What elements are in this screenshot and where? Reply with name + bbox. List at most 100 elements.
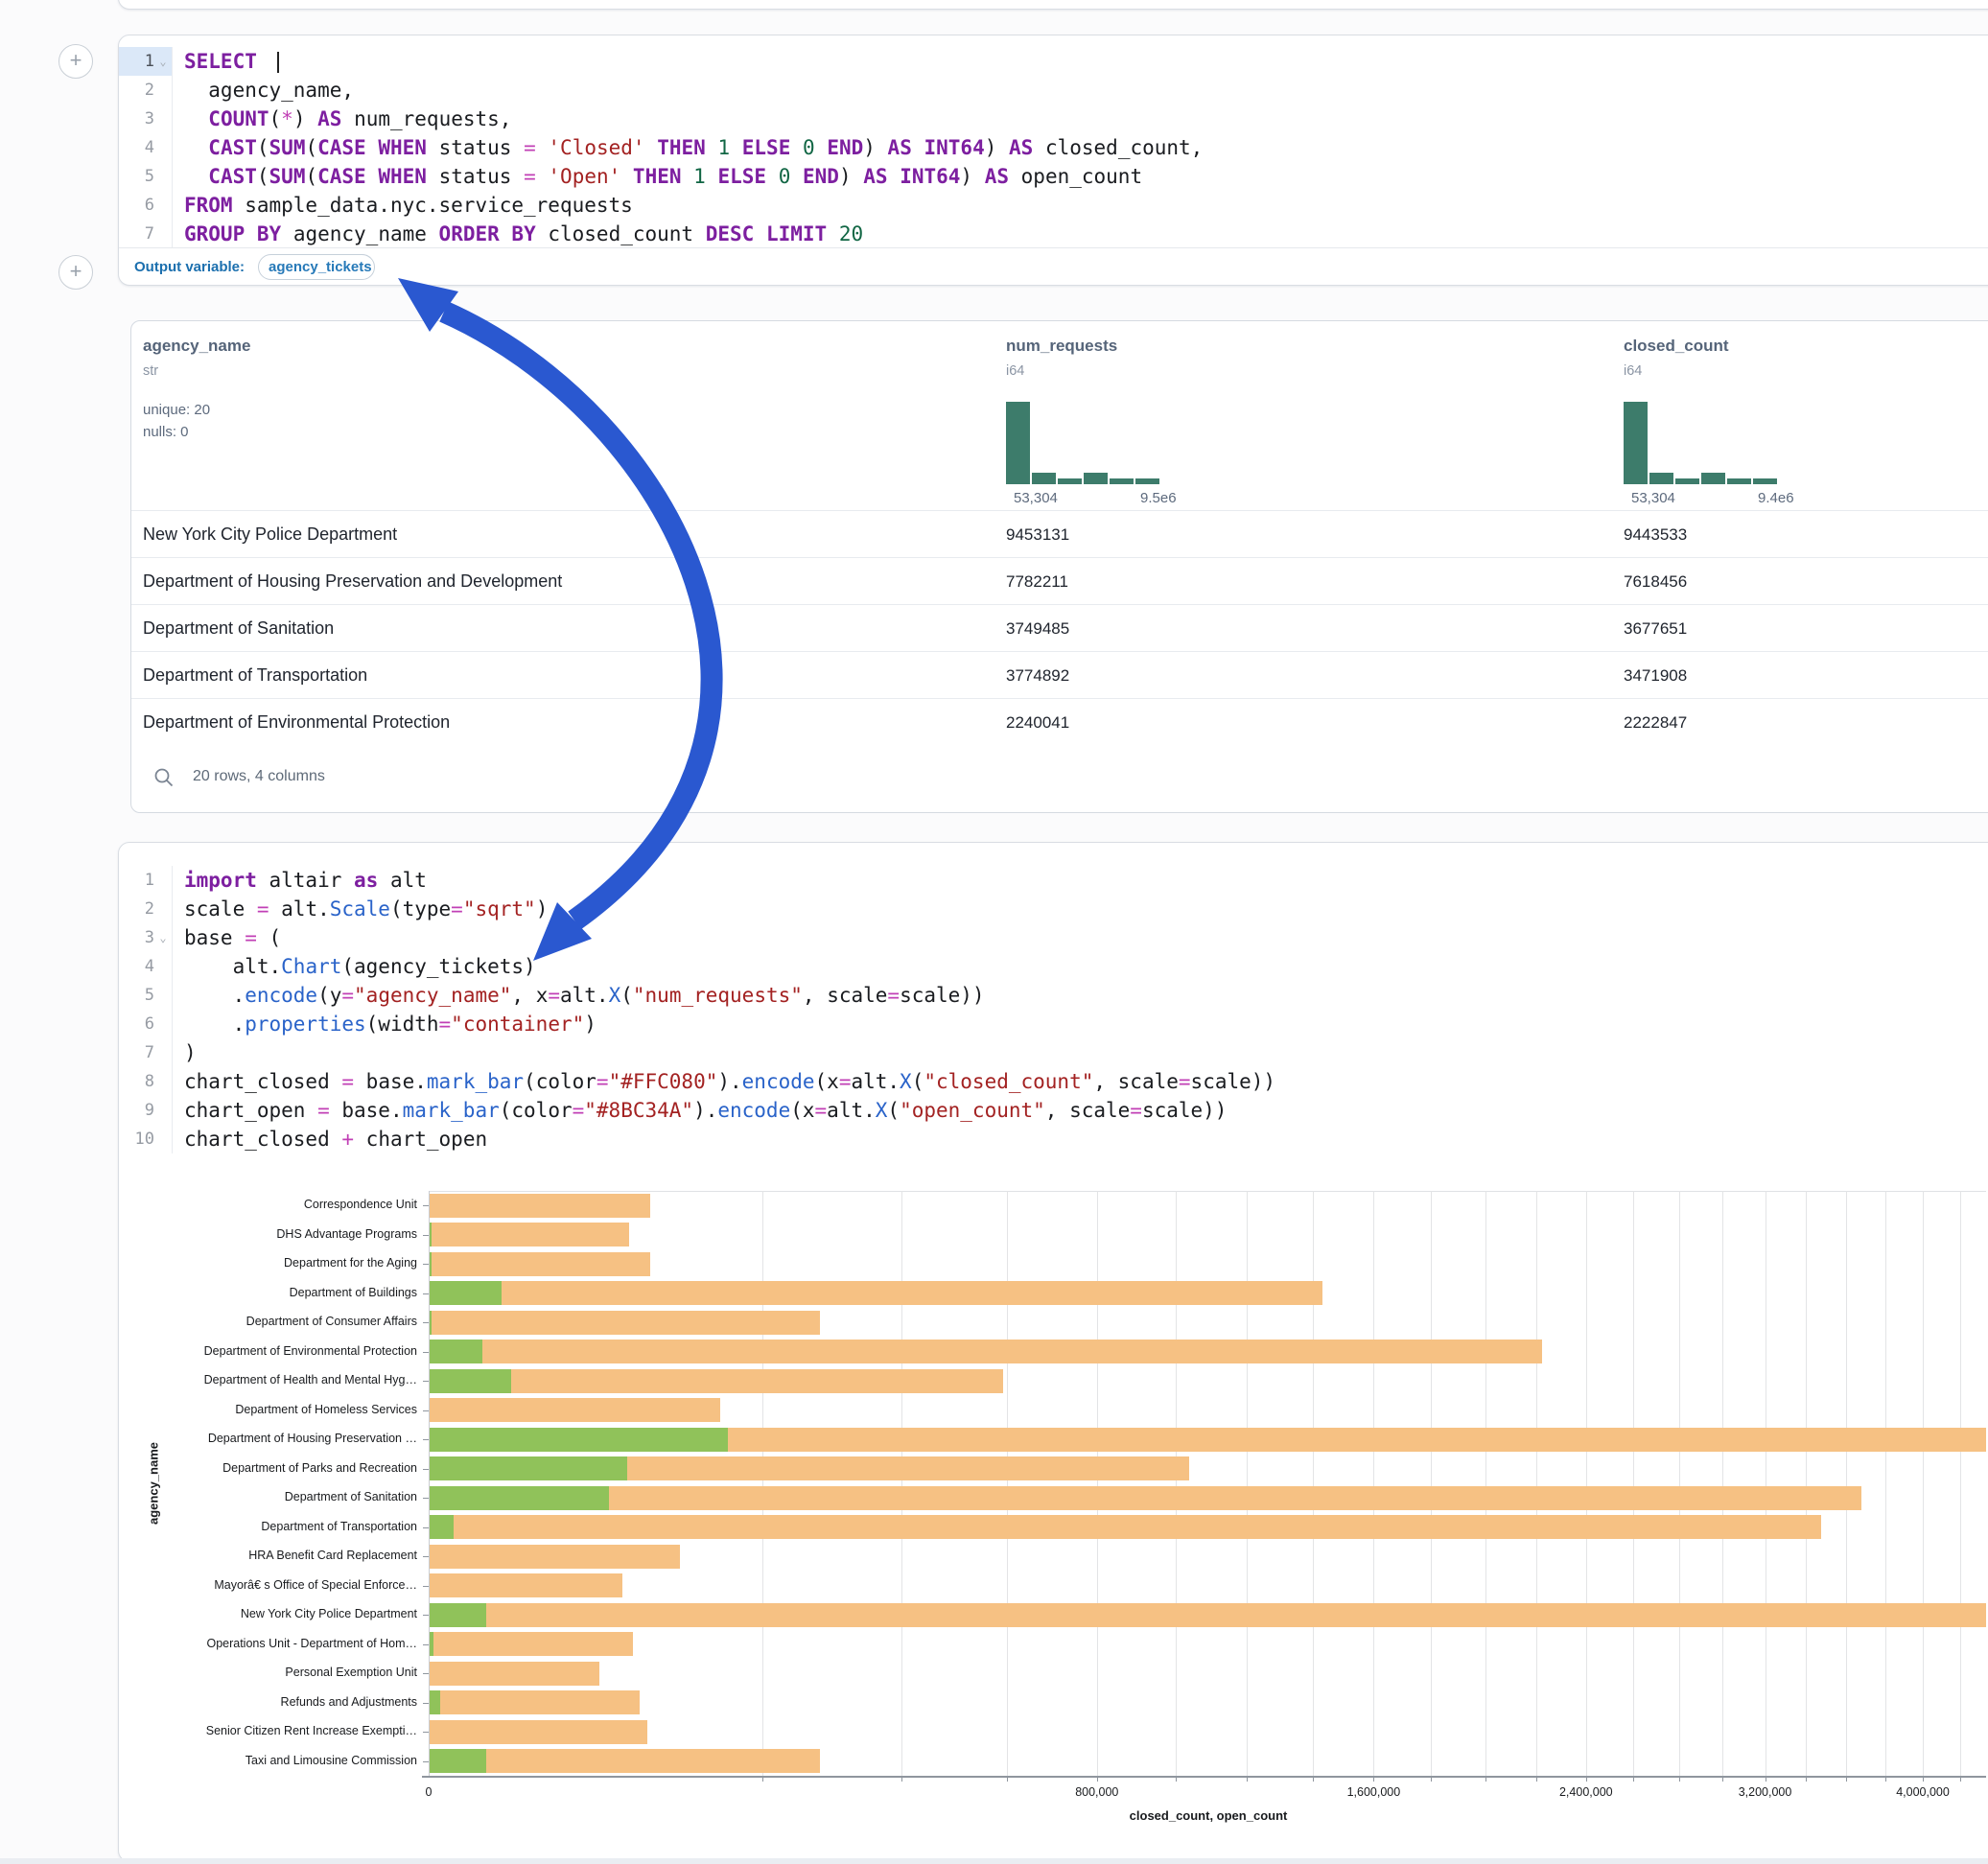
code-token [682, 165, 694, 188]
code-text[interactable]: alt.Chart(agency_tickets) [184, 952, 536, 981]
code-line[interactable]: 3 COUNT(*) AS num_requests, [119, 105, 1988, 133]
add-cell-button-top[interactable]: + [58, 44, 93, 79]
code-token: * [281, 107, 293, 130]
code-token: status [427, 165, 524, 188]
code-line[interactable]: 1import altair as alt [119, 866, 1988, 895]
code-line[interactable]: 7) [119, 1038, 1988, 1067]
column-name[interactable]: closed_count [1624, 337, 1729, 356]
code-token: X [609, 984, 621, 1007]
code-text[interactable]: chart_open = base.mark_bar(color="#8BC34… [184, 1096, 1227, 1125]
code-line[interactable]: 8chart_closed = base.mark_bar(color="#FF… [119, 1067, 1988, 1096]
code-text[interactable]: CAST(SUM(CASE WHEN status = 'Open' THEN … [184, 162, 1142, 191]
output-variable-pill[interactable]: agency_tickets [258, 254, 375, 280]
code-line[interactable]: 4 alt.Chart(agency_tickets) [119, 952, 1988, 981]
code-token [827, 222, 839, 245]
code-text[interactable]: GROUP BY agency_name ORDER BY closed_cou… [184, 220, 863, 248]
column-name[interactable]: num_requests [1006, 337, 1117, 356]
code-line[interactable]: 3⌄base = ( [119, 923, 1988, 952]
code-token: Scale [330, 897, 390, 920]
code-token: ( [305, 136, 317, 159]
code-text[interactable]: chart_closed + chart_open [184, 1125, 487, 1153]
code-token: (x [790, 1099, 814, 1122]
code-token: AS [1009, 136, 1033, 159]
code-text[interactable]: base = ( [184, 923, 281, 952]
table-row[interactable]: Department of Housing Preservation and D… [131, 557, 1988, 605]
table-row[interactable]: Department of Sanitation37494853677651 [131, 604, 1988, 652]
column-name[interactable]: agency_name [143, 337, 250, 356]
code-line[interactable]: 5 CAST(SUM(CASE WHEN status = 'Open' THE… [119, 162, 1988, 191]
code-line[interactable]: 2 agency_name, [119, 76, 1988, 105]
code-token: (type [390, 897, 451, 920]
previous-cell-edge [118, 0, 1988, 10]
code-token: ( [620, 984, 633, 1007]
cell-agency-name: Department of Transportation [143, 652, 367, 699]
code-token: SELECT [184, 50, 257, 73]
code-token: (x [815, 1070, 839, 1093]
code-line[interactable]: 9chart_open = base.mark_bar(color="#8BC3… [119, 1096, 1988, 1125]
code-line[interactable]: 2scale = alt.Scale(type="sqrt") [119, 895, 1988, 923]
code-text[interactable]: import altair as alt [184, 866, 427, 895]
histogram-bar [1006, 402, 1030, 484]
table-row[interactable]: Department of Environmental Protection22… [131, 698, 1988, 746]
code-text[interactable]: scale = alt.Scale(type="sqrt") [184, 895, 548, 923]
code-text[interactable]: CAST(SUM(CASE WHEN status = 'Closed' THE… [184, 133, 1203, 162]
code-token [257, 50, 269, 73]
code-token: ). [717, 1070, 741, 1093]
code-token: . [184, 1013, 245, 1036]
code-token: ( [305, 165, 317, 188]
code-token [888, 165, 900, 188]
add-cell-button-output[interactable]: + [58, 255, 93, 290]
code-token: LIMIT [766, 222, 827, 245]
fold-chevron-icon[interactable]: ⌄ [156, 47, 170, 76]
code-token: ) [863, 136, 887, 159]
code-line[interactable]: 6FROM sample_data.nyc.service_requests [119, 191, 1988, 220]
code-line[interactable]: 5 .encode(y="agency_name", x=alt.X("num_… [119, 981, 1988, 1010]
code-token: = [524, 165, 536, 188]
code-text[interactable]: COUNT(*) AS num_requests, [184, 105, 511, 133]
table-row[interactable]: New York City Police Department945313194… [131, 510, 1988, 558]
code-token [815, 136, 828, 159]
line-number: 2 [119, 76, 173, 105]
code-token: WHEN [378, 165, 427, 188]
code-token: scale)) [1142, 1099, 1228, 1122]
histogram-min-label: 53,304 [1631, 490, 1675, 506]
code-text[interactable]: agency_name, [184, 76, 354, 105]
code-line[interactable]: 7GROUP BY agency_name ORDER BY closed_co… [119, 220, 1988, 248]
notebook-page: + + 1⌄SELECT 2 agency_name,3 COUNT(*) AS… [0, 0, 1988, 1864]
fold-chevron-icon[interactable]: ⌄ [156, 923, 170, 952]
code-token [912, 136, 924, 159]
code-token: = [317, 1099, 330, 1122]
code-line[interactable]: 4 CAST(SUM(CASE WHEN status = 'Closed' T… [119, 133, 1988, 162]
code-text[interactable]: ) [184, 1038, 197, 1067]
code-token: = [1130, 1099, 1142, 1122]
code-token [706, 165, 718, 188]
code-text[interactable]: .properties(width="container") [184, 1010, 596, 1038]
column-histogram [1006, 402, 1161, 484]
code-line[interactable]: 1⌄SELECT [119, 47, 1988, 76]
code-token: chart_closed [184, 1070, 341, 1093]
code-token [184, 107, 208, 130]
code-token [184, 136, 208, 159]
column-stat: nulls: 0 [143, 424, 189, 440]
search-icon[interactable] [152, 766, 175, 789]
code-token [536, 136, 549, 159]
code-token: ELSE [717, 165, 766, 188]
line-number: 6 [119, 1010, 173, 1038]
code-token: X [876, 1099, 888, 1122]
python-code-editor[interactable]: 1import altair as alt2scale = alt.Scale(… [119, 843, 1988, 1153]
code-text[interactable]: FROM sample_data.nyc.service_requests [184, 191, 633, 220]
sql-code-editor[interactable]: 1⌄SELECT 2 agency_name,3 COUNT(*) AS num… [119, 35, 1988, 248]
code-text[interactable]: .encode(y="agency_name", x=alt.X("num_re… [184, 981, 985, 1010]
code-token: = [596, 1070, 609, 1093]
code-text[interactable]: SELECT [184, 47, 279, 76]
histogram-max-label: 9.5e6 [1140, 490, 1177, 506]
code-text[interactable]: chart_closed = base.mark_bar(color="#FFC… [184, 1067, 1275, 1096]
code-line[interactable]: 10chart_closed + chart_open [119, 1125, 1988, 1153]
code-line[interactable]: 6 .properties(width="container") [119, 1010, 1988, 1038]
python-cell: 1import altair as alt2scale = alt.Scale(… [118, 842, 1988, 1862]
code-token: (color [500, 1099, 573, 1122]
code-token: AS [888, 136, 912, 159]
code-token: "#8BC34A" [584, 1099, 693, 1122]
code-token: alt. [184, 955, 281, 978]
table-row[interactable]: Department of Transportation377489234719… [131, 651, 1988, 699]
